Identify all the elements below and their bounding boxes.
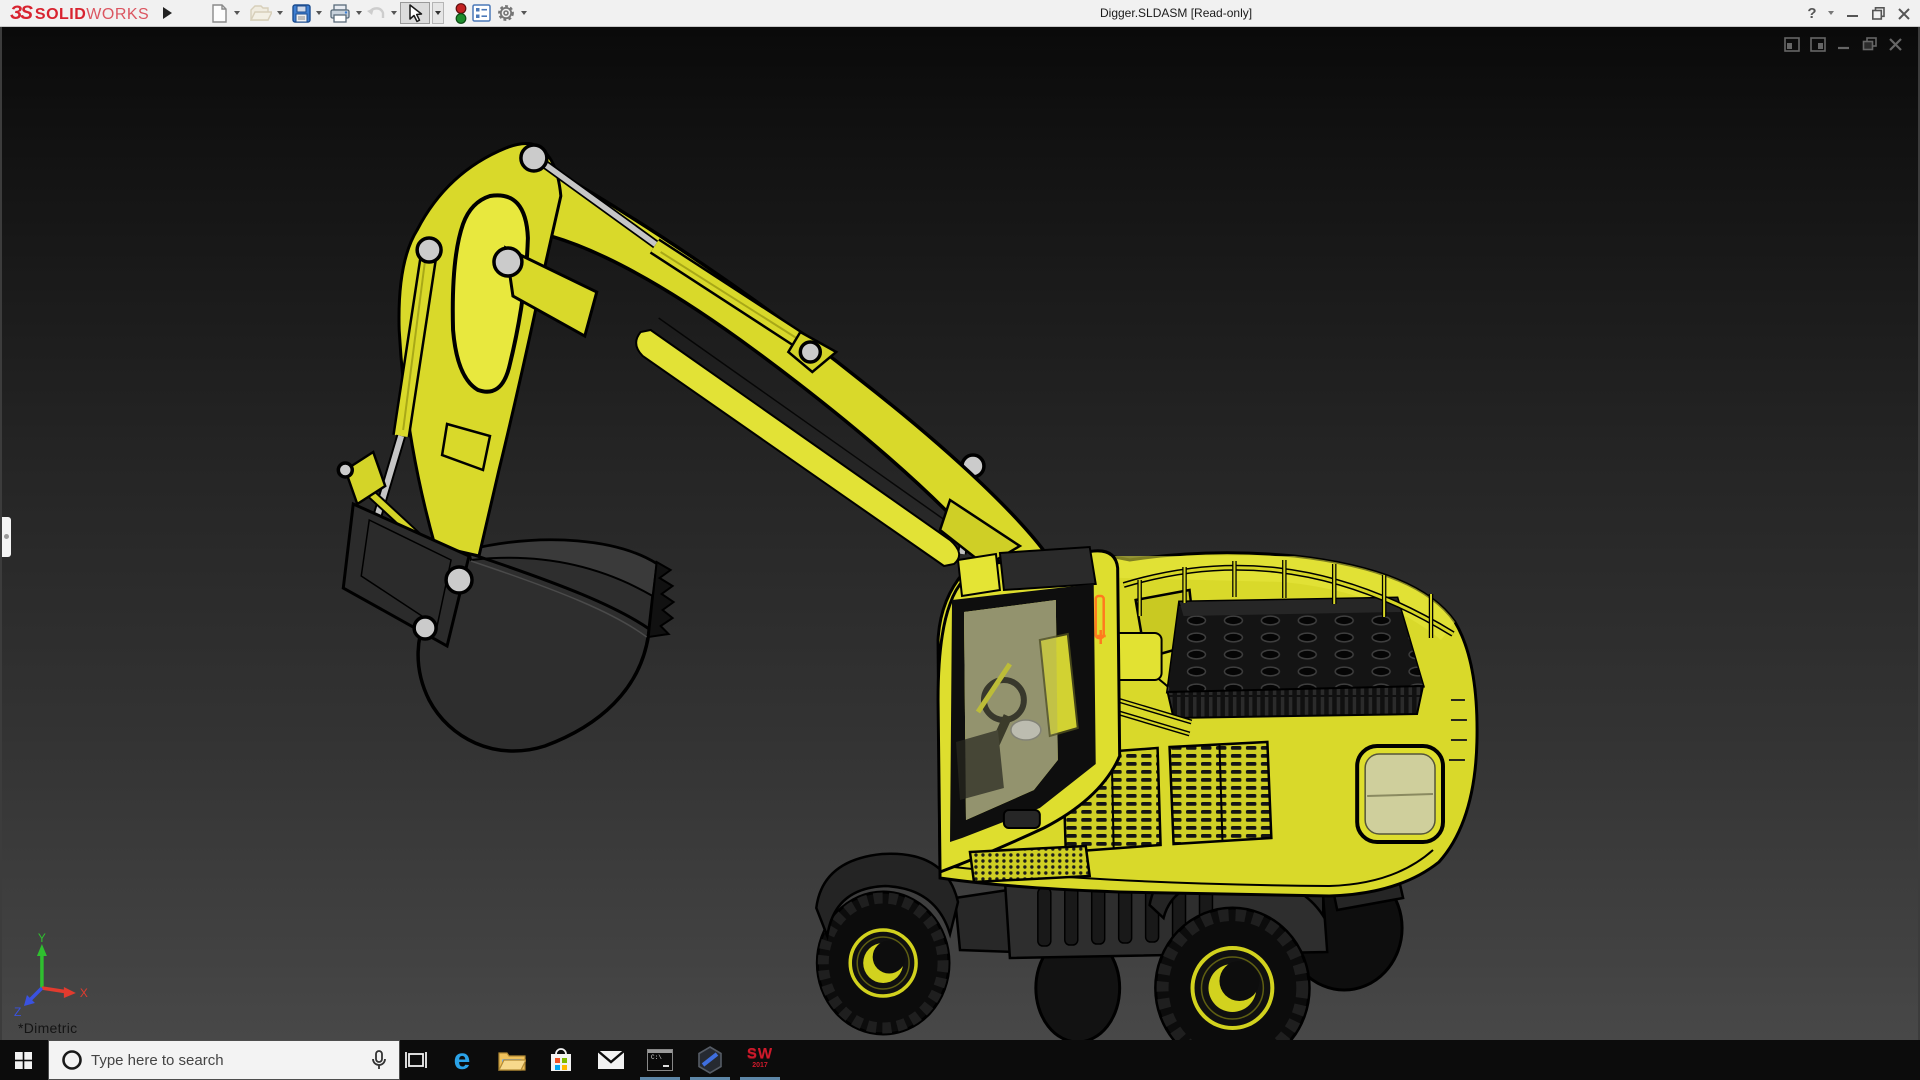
taskbar-app-solidworks[interactable]: SW 2017 — [736, 1040, 784, 1080]
undo-button[interactable] — [365, 2, 387, 24]
store-icon — [551, 1048, 571, 1071]
taskbar-search[interactable] — [48, 1040, 400, 1080]
triad-y-label: Y — [38, 931, 46, 945]
save-button[interactable] — [290, 2, 312, 24]
taskbar-app-file-explorer[interactable] — [488, 1040, 536, 1080]
solidworks-titlebar: ЗS SOLID WORKS Digger.SLDASM [Read-only]… — [0, 0, 1920, 27]
doc-restore-icon — [1862, 37, 1877, 51]
print-button[interactable] — [329, 2, 351, 24]
view-orientation-label: *Dimetric — [18, 1020, 78, 1036]
taskbar-app-cad-tool[interactable] — [686, 1040, 734, 1080]
help-dropdown-arrow[interactable] — [1828, 11, 1834, 15]
restore-icon — [1871, 7, 1885, 20]
task-view-button[interactable] — [399, 1040, 433, 1080]
command-prompt-icon: C:\ — [647, 1049, 673, 1071]
rear-window[interactable] — [1355, 744, 1445, 844]
new-document-icon — [211, 3, 227, 23]
select-cursor-icon — [408, 3, 422, 22]
undo-arrow-icon — [367, 7, 385, 18]
doc-minimize-button[interactable] — [1835, 36, 1852, 53]
microphone-icon[interactable] — [371, 1049, 387, 1071]
roof-box — [998, 545, 1097, 592]
window-title: Digger.SLDASM [Read-only] — [1100, 6, 1253, 20]
doc-restore-button[interactable] — [1861, 36, 1878, 53]
solidworks-logo: ЗS SOLID WORKS — [10, 3, 150, 24]
taskbar-app-command-prompt[interactable]: C:\ — [636, 1040, 684, 1080]
start-button[interactable] — [0, 1040, 46, 1080]
close-icon — [1898, 7, 1910, 20]
front-left-wheel[interactable] — [815, 890, 951, 1036]
bucket-cylinder[interactable] — [536, 156, 839, 374]
edge-icon: e — [453, 1043, 471, 1076]
engine-vent-strip — [1166, 684, 1425, 720]
pane-right-button[interactable] — [1809, 36, 1826, 53]
mail-icon — [597, 1050, 625, 1069]
select-dropdown-button[interactable] — [432, 2, 444, 24]
tab-grip-dot — [4, 534, 9, 539]
triad-x-label: X — [80, 986, 88, 1000]
traffic-light-icon — [455, 2, 467, 24]
cad-hexagon-icon — [698, 1046, 722, 1074]
task-pane-options-button[interactable] — [470, 2, 492, 24]
select-dropdown-arrow — [435, 11, 441, 15]
file-explorer-icon — [498, 1052, 526, 1071]
print-dropdown-arrow[interactable] — [356, 11, 362, 15]
graphics-viewport[interactable]: Y X Z *Dimetric — [0, 27, 1920, 1040]
select-tool-button[interactable] — [400, 2, 430, 24]
door-handle — [1002, 809, 1041, 829]
save-dropdown-arrow[interactable] — [316, 11, 322, 15]
undo-dropdown-arrow[interactable] — [391, 11, 397, 15]
document-window-controls — [1783, 36, 1904, 53]
boom-arm[interactable] — [341, 142, 1051, 568]
feature-manager-collapse-tab[interactable] — [2, 517, 11, 557]
new-dropdown-arrow[interactable] — [234, 11, 240, 15]
printer-icon — [330, 3, 350, 23]
restore-button[interactable] — [1869, 0, 1887, 27]
open-button[interactable] — [250, 2, 272, 24]
settings-dropdown-arrow[interactable] — [521, 11, 527, 15]
doc-minimize-icon — [1837, 46, 1849, 50]
help-button[interactable]: ? — [1804, 0, 1820, 27]
pane-left-button[interactable] — [1783, 36, 1800, 53]
doc-close-button[interactable] — [1887, 36, 1904, 53]
close-button[interactable] — [1895, 0, 1913, 27]
digger-model[interactable]: Y X Z — [2, 27, 1918, 1040]
ds-logo-glyph: ЗS — [10, 3, 33, 24]
orientation-triad: Y X Z — [14, 931, 88, 1019]
step-grille — [968, 844, 1092, 884]
task-view-icon — [405, 1052, 427, 1068]
taskbar-app-mail[interactable] — [587, 1040, 635, 1080]
pane-right-icon — [1809, 37, 1826, 52]
save-floppy-icon — [291, 3, 311, 23]
open-folder-icon — [250, 5, 272, 21]
triad-z-label: Z — [14, 1005, 21, 1019]
cortana-icon — [62, 1050, 82, 1070]
open-dropdown-arrow[interactable] — [277, 11, 283, 15]
options-list-icon — [471, 4, 491, 22]
gear-icon — [498, 5, 514, 21]
doc-close-icon — [1888, 37, 1902, 51]
solidworks-2017-icon: SW 2017 — [746, 1045, 774, 1069]
rebuild-traffic-light-button[interactable] — [450, 2, 472, 24]
new-document-button[interactable] — [208, 2, 230, 24]
taskbar-app-store[interactable] — [537, 1040, 585, 1080]
menu-flyout-arrow-icon[interactable] — [163, 7, 172, 19]
windows-taskbar: e C:\ — [0, 1040, 1920, 1080]
windows-logo-icon — [14, 1051, 32, 1069]
minimize-icon — [1847, 14, 1858, 17]
minimize-button[interactable] — [1844, 0, 1862, 27]
pane-left-icon — [1783, 37, 1800, 52]
search-input[interactable] — [91, 1051, 371, 1069]
settings-gear-button[interactable] — [495, 2, 517, 24]
taskbar-app-edge[interactable]: e — [438, 1040, 486, 1080]
